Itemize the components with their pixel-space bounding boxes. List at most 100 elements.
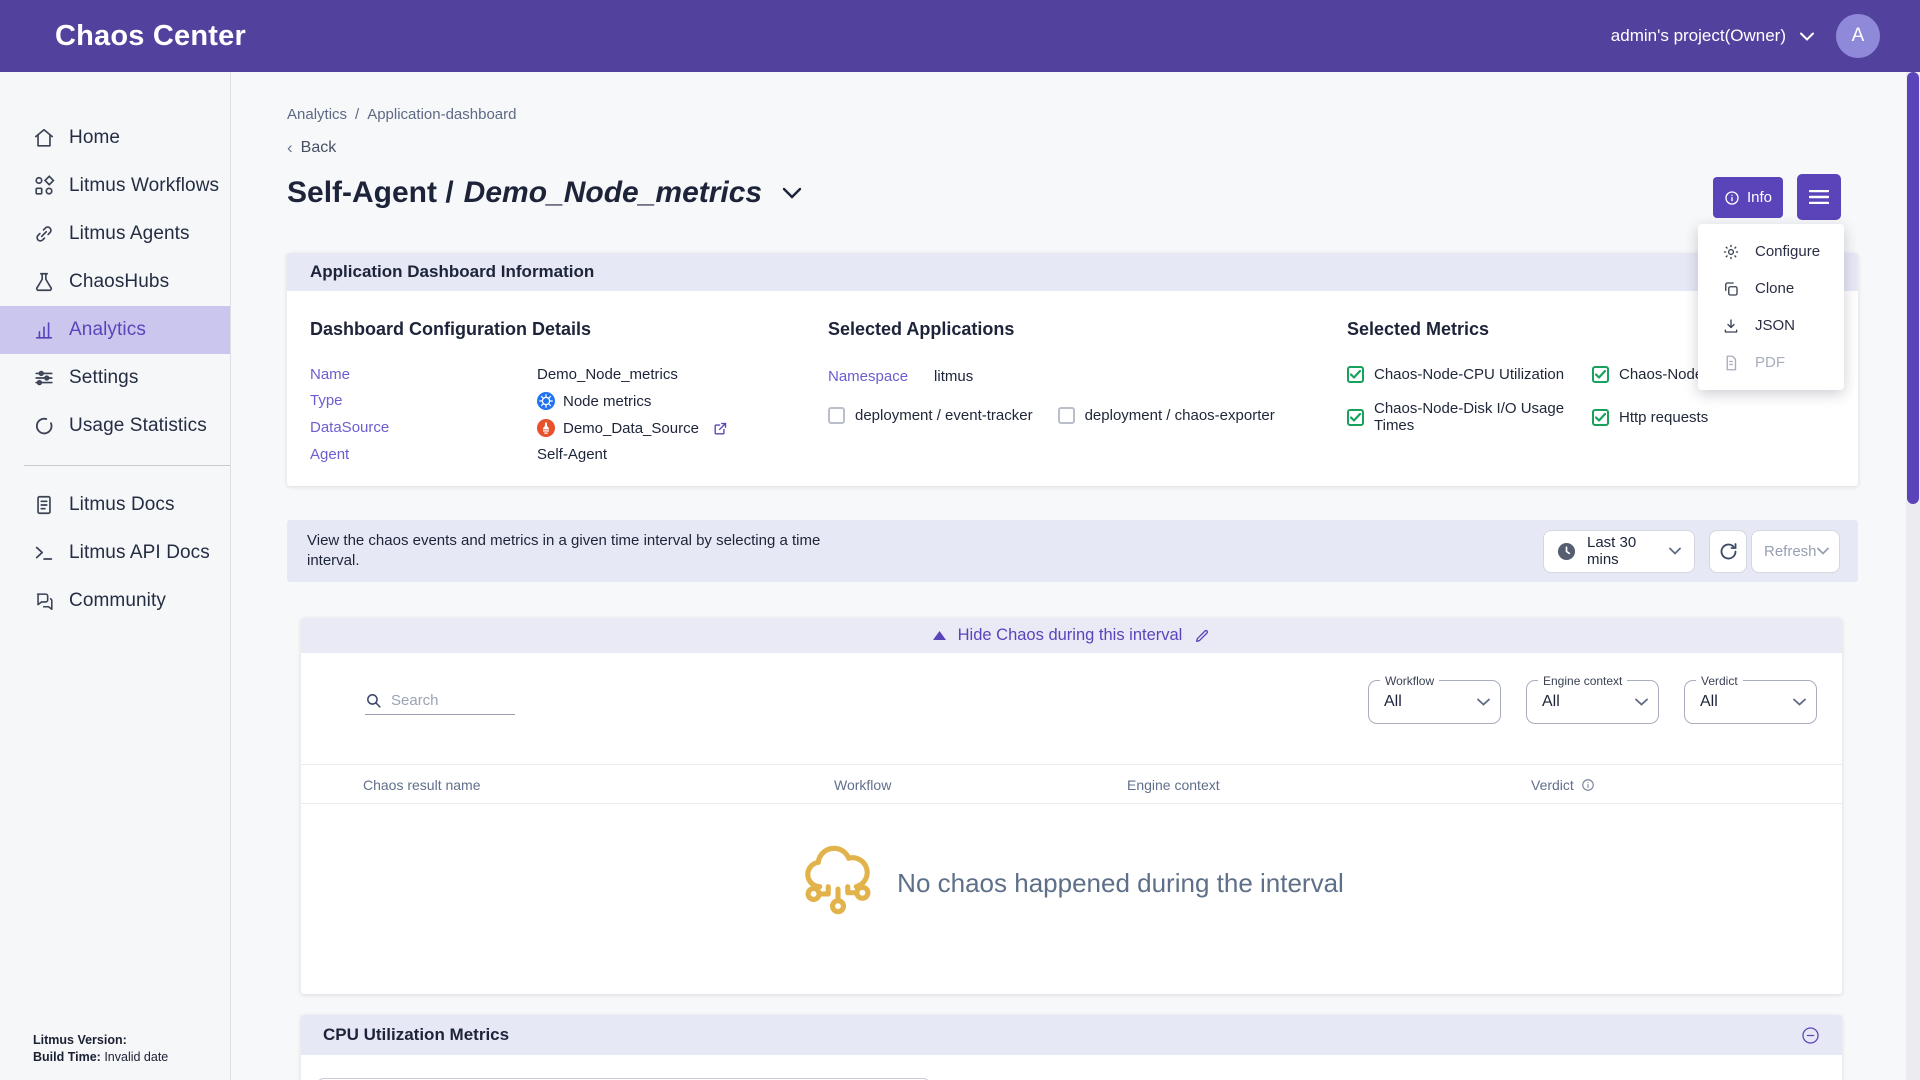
verdict-filter-select[interactable]: Verdict All xyxy=(1684,680,1817,724)
engine-context-filter-select[interactable]: Engine context All xyxy=(1526,680,1659,724)
menu-item-clone[interactable]: Clone xyxy=(1698,270,1844,307)
refresh-icon xyxy=(1718,541,1739,562)
collapse-section-button[interactable] xyxy=(1801,1026,1820,1045)
agent-name: Self-Agent / xyxy=(287,176,454,210)
namespace-label: Namespace xyxy=(828,368,908,385)
bar-chart-icon xyxy=(33,319,55,341)
workflows-icon xyxy=(33,175,55,197)
column-workflow: Workflow xyxy=(834,777,891,793)
usage-icon xyxy=(33,415,55,437)
dashboard-info-card: Application Dashboard Information Dashbo… xyxy=(287,253,1858,486)
sidebar-item-litmus-workflows[interactable]: Litmus Workflows xyxy=(0,162,230,210)
time-filter-description: View the chaos events and metrics in a g… xyxy=(307,531,852,571)
chaos-table-header: Chaos result name Workflow Engine contex… xyxy=(301,764,1842,804)
config-type-label: Type xyxy=(310,392,537,410)
page-title: Self-Agent / Demo_Node_metrics xyxy=(287,176,802,210)
time-range-value: Last 30 mins xyxy=(1587,534,1658,568)
build-time-value: Invalid date xyxy=(104,1050,168,1064)
minus-circle-icon xyxy=(1801,1026,1820,1045)
config-datasource-value: Demo_Data_Source xyxy=(537,419,728,437)
search-input[interactable] xyxy=(391,692,506,709)
sidebar-item-litmus-agents[interactable]: Litmus Agents xyxy=(0,210,230,258)
refresh-now-button[interactable] xyxy=(1709,530,1747,573)
chevron-down-icon xyxy=(1635,698,1648,706)
chat-icon xyxy=(33,590,55,612)
document-icon xyxy=(33,494,55,516)
sidebar-item-litmus-docs[interactable]: Litmus Docs xyxy=(0,481,230,529)
app-title: Chaos Center xyxy=(55,20,246,53)
version-info: Litmus Version: Build Time: Invalid date xyxy=(33,1032,168,1066)
refresh-interval-select[interactable]: Refresh xyxy=(1751,530,1840,573)
cloud-network-icon xyxy=(799,840,877,926)
empty-message: No chaos happened during the interval xyxy=(897,868,1344,899)
flask-icon xyxy=(33,271,55,293)
sidebar-item-analytics[interactable]: Analytics xyxy=(0,306,230,354)
menu-item-json[interactable]: JSON xyxy=(1698,307,1844,344)
config-details-column: Dashboard Configuration Details Name Dem… xyxy=(310,319,728,463)
dashboard-actions-menu: Configure Clone JSON PDF xyxy=(1698,224,1844,390)
app-checkbox-event-tracker[interactable]: deployment / event-tracker xyxy=(828,407,1033,424)
scrollbar-thumb[interactable] xyxy=(1907,72,1919,504)
sidebar-item-label: Usage Statistics xyxy=(69,415,207,437)
cpu-metrics-card: CPU Utilization Metrics xyxy=(301,1015,1842,1080)
sidebar-item-label: Analytics xyxy=(69,319,146,341)
prometheus-icon xyxy=(537,419,555,437)
workflow-filter-select[interactable]: Workflow All xyxy=(1368,680,1501,724)
back-label: Back xyxy=(301,139,337,157)
config-name-label: Name xyxy=(310,366,537,383)
chaos-interval-card: Hide Chaos during this interval Workflow… xyxy=(301,618,1842,994)
metric-checkbox-disk-io-times[interactable]: Chaos-Node-Disk I/O Usage Times xyxy=(1347,400,1592,434)
avatar[interactable]: A xyxy=(1836,14,1880,58)
home-icon xyxy=(33,127,55,149)
verdict-filter-label: Verdict xyxy=(1696,674,1743,688)
menu-item-configure[interactable]: Configure xyxy=(1698,233,1844,270)
chaos-center-app: Chaos Center admin's project(Owner) A Ho… xyxy=(0,0,1920,1080)
metric-checkbox-cpu-utilization[interactable]: Chaos-Node-CPU Utilization xyxy=(1347,366,1592,383)
sidebar-item-litmus-api-docs[interactable]: Litmus API Docs xyxy=(0,529,230,577)
checkbox-checked-icon xyxy=(1592,409,1609,426)
column-verdict: Verdict xyxy=(1531,777,1595,793)
project-label: admin's project(Owner) xyxy=(1611,26,1786,46)
breadcrumb-application-dashboard[interactable]: Application-dashboard xyxy=(367,106,516,123)
config-agent-value: Self-Agent xyxy=(537,446,728,463)
metric-checkbox-http-requests[interactable]: Http requests xyxy=(1592,400,1842,434)
column-engine-context: Engine context xyxy=(1127,777,1220,793)
project-selector[interactable]: admin's project(Owner) xyxy=(1611,26,1814,46)
app-checkbox-chaos-exporter[interactable]: deployment / chaos-exporter xyxy=(1058,407,1275,424)
engine-context-filter-value: All xyxy=(1542,693,1560,711)
dashboard-info-header: Application Dashboard Information xyxy=(287,253,1858,291)
page-scrollbar[interactable] xyxy=(1906,72,1920,1080)
column-chaos-result-name: Chaos result name xyxy=(363,777,481,793)
dashboard-switch-chevron-icon[interactable] xyxy=(782,187,802,199)
sidebar-item-label: Litmus Docs xyxy=(69,494,175,516)
refresh-label: Refresh xyxy=(1764,543,1817,560)
chevron-left-icon: ‹ xyxy=(287,138,293,158)
download-icon xyxy=(1722,317,1740,335)
chevron-down-icon xyxy=(1477,698,1490,706)
terminal-icon xyxy=(33,542,55,564)
external-link-icon[interactable] xyxy=(713,421,728,436)
dashboard-menu-button[interactable] xyxy=(1797,174,1841,220)
back-button[interactable]: ‹ Back xyxy=(287,138,336,158)
gear-icon xyxy=(1722,243,1740,261)
selected-applications-column: Selected Applications Namespace litmus d… xyxy=(828,319,1275,424)
time-range-select[interactable]: Last 30 mins xyxy=(1543,530,1695,573)
info-circle-icon[interactable] xyxy=(1581,778,1595,792)
sidebar-item-label: Litmus API Docs xyxy=(69,542,210,564)
checkbox-checked-icon xyxy=(1592,366,1609,383)
sidebar-item-label: Litmus Agents xyxy=(69,223,190,245)
agents-icon xyxy=(33,223,55,245)
hide-chaos-toggle[interactable]: Hide Chaos during this interval xyxy=(301,618,1842,653)
breadcrumb-analytics[interactable]: Analytics xyxy=(287,106,347,123)
menu-item-pdf[interactable]: PDF xyxy=(1698,344,1844,381)
sidebar-item-label: Settings xyxy=(69,367,138,389)
chevron-down-icon xyxy=(1817,547,1829,555)
sidebar-item-settings[interactable]: Settings xyxy=(0,354,230,402)
pencil-icon[interactable] xyxy=(1194,628,1210,644)
info-button[interactable]: Info xyxy=(1713,177,1783,218)
sidebar-item-chaoshubs[interactable]: ChaosHubs xyxy=(0,258,230,306)
sidebar-item-home[interactable]: Home xyxy=(0,114,230,162)
sidebar-item-community[interactable]: Community xyxy=(0,577,230,625)
sidebar-item-usage-statistics[interactable]: Usage Statistics xyxy=(0,402,230,450)
file-icon xyxy=(1722,354,1740,372)
